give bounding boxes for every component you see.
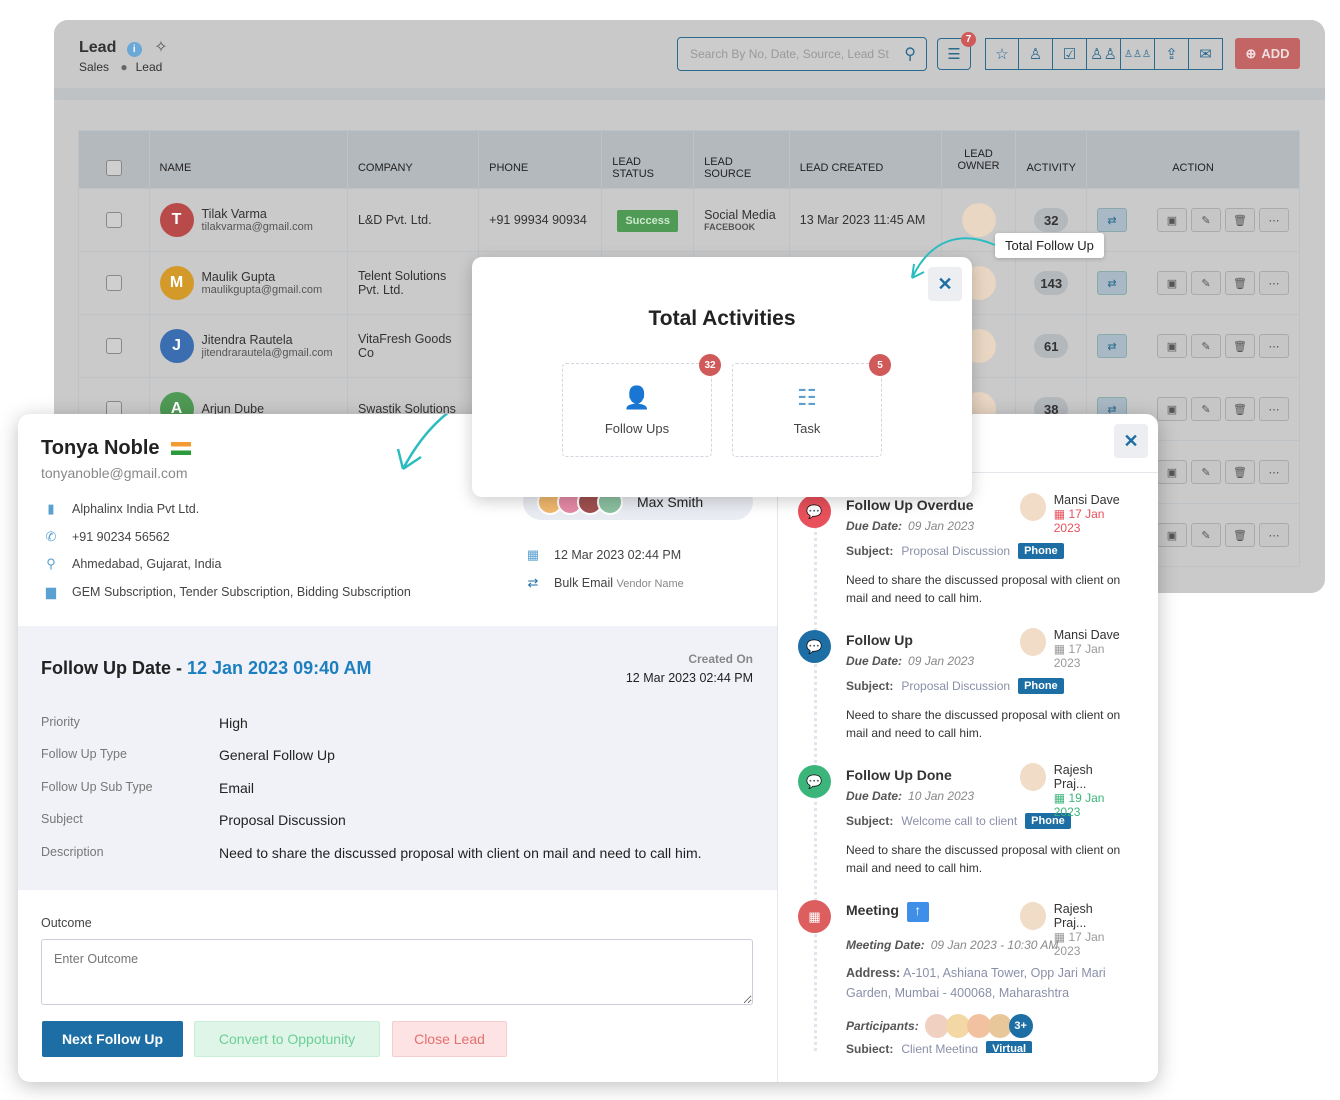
trash-icon[interactable]: 🗑: [1225, 523, 1255, 547]
phone-icon: ✆: [45, 529, 57, 544]
calendar-check-icon[interactable]: ▣: [1157, 523, 1187, 547]
row-checkbox[interactable]: [105, 338, 122, 354]
lead-avatar: J: [159, 329, 194, 363]
description: Need to share the discussed proposal wit…: [846, 708, 1121, 740]
outcome-input[interactable]: [41, 939, 753, 1005]
convert-button[interactable]: Convert to Oppotunity: [194, 1021, 380, 1057]
lead-email: jitendrarautela@gmail.com: [201, 347, 333, 359]
activity-timeline: 💬 Follow Up Overdue Due Date: 09 Jan 2023…: [778, 473, 1158, 1053]
calendar-icon: ▦: [1053, 791, 1066, 805]
timeline-item[interactable]: 💬 Follow Up Overdue Due Date: 09 Jan 2023…: [798, 493, 1128, 623]
task-card[interactable]: ☷ Task: [732, 363, 882, 457]
task-count-badge: 5: [869, 354, 891, 376]
meeting-address: Address: A-101, Ashiana Tower, Opp Jari …: [846, 966, 1106, 1000]
company-cell: VitaFresh Goods Co: [346, 314, 480, 378]
box-icon: ▆: [46, 584, 56, 599]
follow-ups-card[interactable]: 👤 Follow Ups: [562, 363, 712, 457]
calendar-check-icon[interactable]: ▣: [1157, 334, 1187, 358]
more-icon[interactable]: ⋯: [1259, 397, 1289, 421]
user-avatar: [1020, 902, 1046, 930]
trash-icon[interactable]: 🗑: [1225, 334, 1255, 358]
timeline-item[interactable]: 💬 Follow Up Due Date: 09 Jan 2023 Subject…: [798, 628, 1128, 758]
company-row: ▮ Alphalinx India Pvt Ltd.: [44, 501, 199, 517]
task-label: Task: [793, 420, 821, 436]
name-cell: J Jitendra Rautela jitendrarautela@gmail.c…: [148, 314, 348, 378]
edit-icon[interactable]: ✎: [1191, 397, 1221, 421]
meeting-icon: ▦: [798, 900, 831, 933]
popup-title: Total Activities: [648, 307, 796, 330]
created-on-label: Created On: [688, 652, 753, 666]
created-on-value: 12 Mar 2023 02:44 PM: [625, 671, 753, 685]
more-icon[interactable]: ⋯: [1259, 523, 1289, 547]
timeline-item[interactable]: 💬 Follow Up Done Due Date: 10 Jan 2023 Su…: [798, 763, 1128, 893]
more-participants-badge: 3+: [1008, 1014, 1033, 1038]
field-priority: Priority High: [41, 715, 248, 731]
location-icon: ⚲: [46, 556, 56, 571]
field-description: Description Need to share the discussed p…: [41, 845, 702, 861]
trash-icon[interactable]: 🗑: [1225, 460, 1255, 484]
source-row: ⇄ Bulk Email Vendor Name: [527, 575, 684, 590]
more-icon[interactable]: ⋯: [1259, 460, 1289, 484]
transfer-icon[interactable]: ⇄: [1097, 334, 1127, 358]
list-icon: ☷: [797, 384, 817, 410]
calendar-icon: ▦: [1053, 642, 1066, 656]
annotation-arrows: [911, 237, 996, 279]
field-subject: Subject Proposal Discussion: [41, 812, 346, 828]
created-row: ▦ 12 Mar 2023 02:44 PM: [526, 547, 682, 562]
follow-ups-count-badge: 32: [699, 354, 721, 376]
user-avatar: [1020, 628, 1046, 656]
chat-icon: 💬: [798, 765, 831, 798]
lead-detail-panel: Tonya Noble tonyanoble@gmail.com ▮ Alphal…: [18, 414, 1158, 1082]
building-icon: ▮: [47, 501, 55, 516]
edit-icon[interactable]: ✎: [1191, 334, 1221, 358]
lead-name[interactable]: Jitendra Rautela: [202, 333, 333, 347]
edit-icon[interactable]: ✎: [1191, 523, 1221, 547]
arrow-to-popup: [911, 237, 996, 279]
calendar-icon: ▦: [1053, 507, 1066, 521]
edit-icon[interactable]: ✎: [1191, 460, 1221, 484]
trash-icon[interactable]: 🗑: [1225, 397, 1255, 421]
outcome-label: Outcome: [41, 916, 92, 930]
channel-tag: Phone: [1018, 543, 1064, 559]
activity-count[interactable]: 61: [1034, 334, 1069, 358]
follow-up-date: Follow Up Date - 12 Jan 2023 09:40 AM: [41, 658, 372, 678]
calendar-check-icon[interactable]: ▣: [1157, 397, 1187, 421]
arrow-up-icon[interactable]: ↑: [906, 902, 929, 922]
chat-icon: 💬: [798, 495, 831, 528]
subscriptions-row: ▆ GEM Subscription, Tender Subscription, …: [46, 584, 411, 599]
meeting-type-tag: Virtual: [986, 1041, 1033, 1053]
panel-close-button[interactable]: ✕: [1114, 424, 1148, 458]
next-follow-up-button[interactable]: Next Follow Up: [42, 1021, 183, 1057]
location-row: ⚲ Ahmedabad, Gujarat, India: [44, 556, 221, 572]
channel-tag: Phone: [1018, 678, 1064, 694]
close-lead-button[interactable]: Close Lead: [392, 1021, 507, 1057]
more-icon[interactable]: ⋯: [1259, 334, 1289, 358]
follow-up-section: Follow Up Date - 12 Jan 2023 09:40 AM Cr…: [18, 626, 778, 890]
field-subtype: Follow Up Sub Type Email: [41, 780, 255, 796]
calendar-icon: ▦: [526, 547, 540, 562]
user-avatar: [1020, 763, 1046, 791]
chat-icon: 💬: [798, 630, 831, 663]
user-avatar: [1020, 493, 1046, 521]
description: Need to share the discussed proposal wit…: [846, 843, 1121, 875]
phone-row: ✆ +91 90234 56562: [45, 529, 170, 544]
calendar-icon: ▦: [1053, 930, 1066, 944]
user-icon: 👤: [623, 384, 651, 410]
description: Need to share the discussed proposal wit…: [846, 573, 1121, 605]
follow-ups-label: Follow Ups: [604, 420, 670, 436]
timeline-meeting[interactable]: ▦ Meeting ↑ Meeting Date: 09 Jan 2023 - 1…: [798, 898, 1128, 1053]
participant-avatars: 3+: [924, 1014, 1033, 1038]
calendar-check-icon[interactable]: ▣: [1157, 460, 1187, 484]
field-type: Follow Up Type General Follow Up: [41, 747, 335, 763]
bulk-email-icon: ⇄: [527, 575, 539, 590]
